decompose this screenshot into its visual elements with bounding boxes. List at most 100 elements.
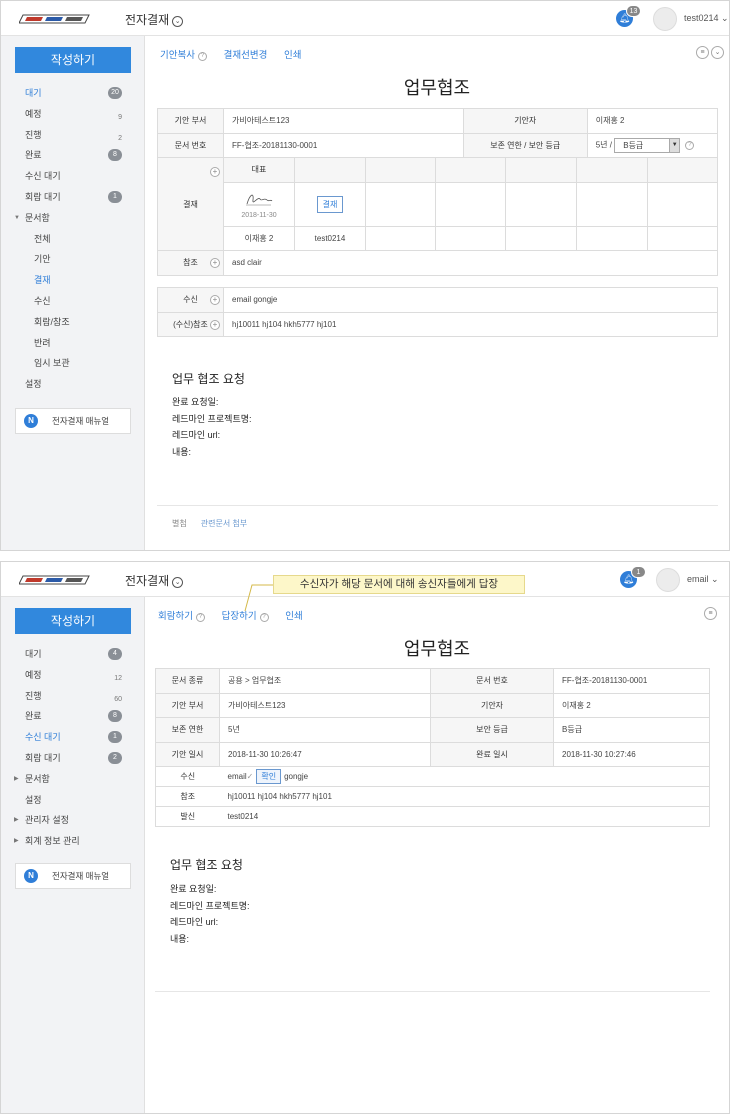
add-recipient-ref-icon[interactable]: + [210, 319, 220, 330]
dept-value: 가비아테스트123 [223, 108, 464, 134]
chevron-down-icon[interactable]: ⌄ [172, 16, 184, 27]
drafter-value: 이재홍 2 [553, 692, 710, 718]
chevron-down-icon[interactable]: ⌄ [711, 46, 724, 59]
doc-info-table: 기안 부서 가비아테스트123 기안자 이재홍 2 문서 번호 FF-협조-20… [157, 108, 719, 158]
caret-right-icon: ▶ [14, 817, 19, 824]
reply-button[interactable]: 답장하기? [222, 611, 269, 622]
help-icon[interactable]: ? [195, 613, 205, 622]
notification-count-badge: 13 [626, 5, 641, 17]
sidebar-subitem-circulation-ref[interactable]: 회람/참조 [1, 312, 144, 333]
dept-label: 기안 부서 [157, 108, 224, 134]
list-icon[interactable]: ≡ [704, 607, 717, 620]
body-line: 내용: [172, 446, 192, 457]
avatar[interactable] [656, 568, 680, 592]
recv-value-cell: email✓ 확인 gongje [219, 766, 710, 787]
count-badge: 4 [108, 648, 122, 660]
circulate-button[interactable]: 회람하기? [158, 611, 205, 622]
security-level-select[interactable]: B등급 ▼ [614, 137, 681, 153]
sidebar-item-doc-box[interactable]: ▶ 문서함 [1, 769, 144, 790]
count-badge: 1 [108, 731, 122, 744]
approval-date: 2018-11-30 [241, 211, 277, 219]
sidebar-item-scheduled[interactable]: 예정 12 [1, 665, 144, 686]
username-menu[interactable]: test0214 ⌄ [684, 13, 729, 24]
sidebar-item-in-progress[interactable]: 진행 2 [1, 125, 144, 146]
company-logo [19, 14, 90, 24]
count-badge: 8 [108, 149, 122, 162]
sidebar-subitem-all[interactable]: 전체 [1, 229, 144, 250]
add-ref-icon[interactable]: + [210, 258, 220, 268]
sidebar-item-settings[interactable]: 설정 [1, 374, 144, 395]
change-line-button[interactable]: 결재선변경 [224, 50, 268, 61]
sidebar-subitem-rejected[interactable]: 반려 [1, 333, 144, 354]
recipient-table: 수신 email✓ 확인 gongje 참조 hj10011 hj104 hkh57… [155, 766, 710, 827]
divider [157, 505, 718, 506]
sidebar-item-settings[interactable]: 설정 [1, 790, 144, 811]
retention-label: 보존 연한 [155, 717, 220, 743]
body-content: 완료 요청일: 레드마인 프로젝트명: 레드마인 url: 내용: [172, 394, 252, 460]
drafter-label: 기안자 [462, 108, 588, 134]
help-icon[interactable]: ? [197, 52, 207, 61]
sidebar-item-waiting[interactable]: 대기 4 [1, 644, 144, 665]
complete-date-label: 완료 일시 [430, 741, 554, 767]
sidebar-item-in-progress[interactable]: 진행 60 [1, 686, 144, 707]
avatar[interactable] [653, 7, 677, 31]
body-title: 업무 협조 요청 [170, 858, 243, 872]
sidebar-subitem-approval[interactable]: 결재 [1, 270, 144, 291]
help-icon[interactable]: ? [685, 141, 695, 151]
recv-label: 수신 [155, 766, 220, 787]
company-logo [19, 575, 90, 585]
help-icon[interactable]: ? [259, 613, 269, 622]
retention-label: 보존 연한 / 보안 등급 [462, 132, 588, 158]
print-button[interactable]: 인쇄 [285, 611, 302, 622]
doc-no-label: 문서 번호 [157, 132, 224, 158]
body-line: 레드마인 url: [172, 430, 221, 441]
sidebar-item-receive-waiting[interactable]: 수신 대기 [1, 166, 144, 187]
manual-button[interactable]: N 전자결재 매뉴얼 [15, 863, 131, 889]
draft-date-value: 2018-11-30 10:26:47 [219, 741, 431, 767]
body-line: 레드마인 프로젝트명: [172, 413, 252, 424]
write-button[interactable]: 작성하기 [15, 608, 131, 634]
body-line: 내용: [170, 933, 190, 944]
sidebar-item-doc-box[interactable]: ▼ 문서함 [1, 208, 144, 229]
sidebar-item-circulation-waiting[interactable]: 회람 대기 2 [1, 748, 144, 769]
count-badge: 1 [108, 190, 122, 203]
username-menu[interactable]: email ⌄ [687, 574, 719, 585]
sidebar-item-admin-settings[interactable]: ▶ 관리자 설정 [1, 810, 144, 831]
app-title[interactable]: 전자결재 ⌄ [125, 11, 184, 28]
sidebar-item-waiting[interactable]: 대기 20 [1, 83, 144, 104]
screenshot-panel-1: 전자결재 ⌄ 🔔︎ 13 test0214 ⌄ 작성하기 대기 20 예정 9 진행 2… [0, 0, 730, 551]
dept-label: 기안 부서 [155, 692, 220, 718]
body-line: 완료 요청일: [172, 397, 219, 407]
copy-draft-button[interactable]: 기안복사? [160, 50, 207, 61]
retention-value: 5년 [219, 717, 431, 743]
doc-type-value: 공용 > 업무협조 [219, 668, 431, 694]
doc-title: 업무협조 [403, 78, 471, 98]
sidebar-item-receive-waiting[interactable]: 수신 대기 1 [1, 727, 144, 748]
list-icon[interactable]: ≡ [696, 46, 709, 59]
attach-related-doc-link[interactable]: 관련문서 첨부 [201, 519, 247, 528]
sidebar-item-scheduled[interactable]: 예정 9 [1, 104, 144, 125]
sidebar-subitem-draft[interactable]: 기안 [1, 249, 144, 270]
app-title[interactable]: 전자결재 ⌄ [125, 572, 184, 589]
manual-button[interactable]: N 전자결재 매뉴얼 [15, 408, 131, 434]
retention-cell: 5년 / B등급 ▼ ? [586, 132, 719, 158]
chevron-down-icon[interactable]: ⌄ [172, 577, 184, 588]
sidebar-subitem-temp-saved[interactable]: 임시 보관 [1, 353, 144, 374]
approve-button[interactable]: 결재 [316, 195, 344, 213]
add-recipient-icon[interactable]: + [210, 295, 220, 305]
body-title: 업무 협조 요청 [172, 372, 245, 386]
sidebar-item-accounting[interactable]: ▶ 회계 정보 관리 [1, 831, 144, 852]
confirm-button[interactable]: 확인 [256, 769, 282, 784]
sidebar-subitem-received[interactable]: 수신 [1, 291, 144, 312]
check-icon: ✓ [246, 772, 254, 781]
body-line: 레드마인 프로젝트명: [170, 900, 250, 911]
sidebar-item-circulation-waiting[interactable]: 회람 대기 1 [1, 187, 144, 208]
print-button[interactable]: 인쇄 [284, 50, 301, 61]
write-button[interactable]: 작성하기 [15, 47, 131, 73]
sidebar-item-completed[interactable]: 완료 8 [1, 706, 144, 727]
doc-type-label: 문서 종류 [155, 668, 220, 694]
body-content: 완료 요청일: 레드마인 프로젝트명: 레드마인 url: 내용: [170, 881, 250, 947]
add-approver-icon[interactable]: + [210, 167, 220, 177]
divider [155, 991, 710, 992]
sidebar-item-completed[interactable]: 완료 8 [1, 145, 144, 166]
